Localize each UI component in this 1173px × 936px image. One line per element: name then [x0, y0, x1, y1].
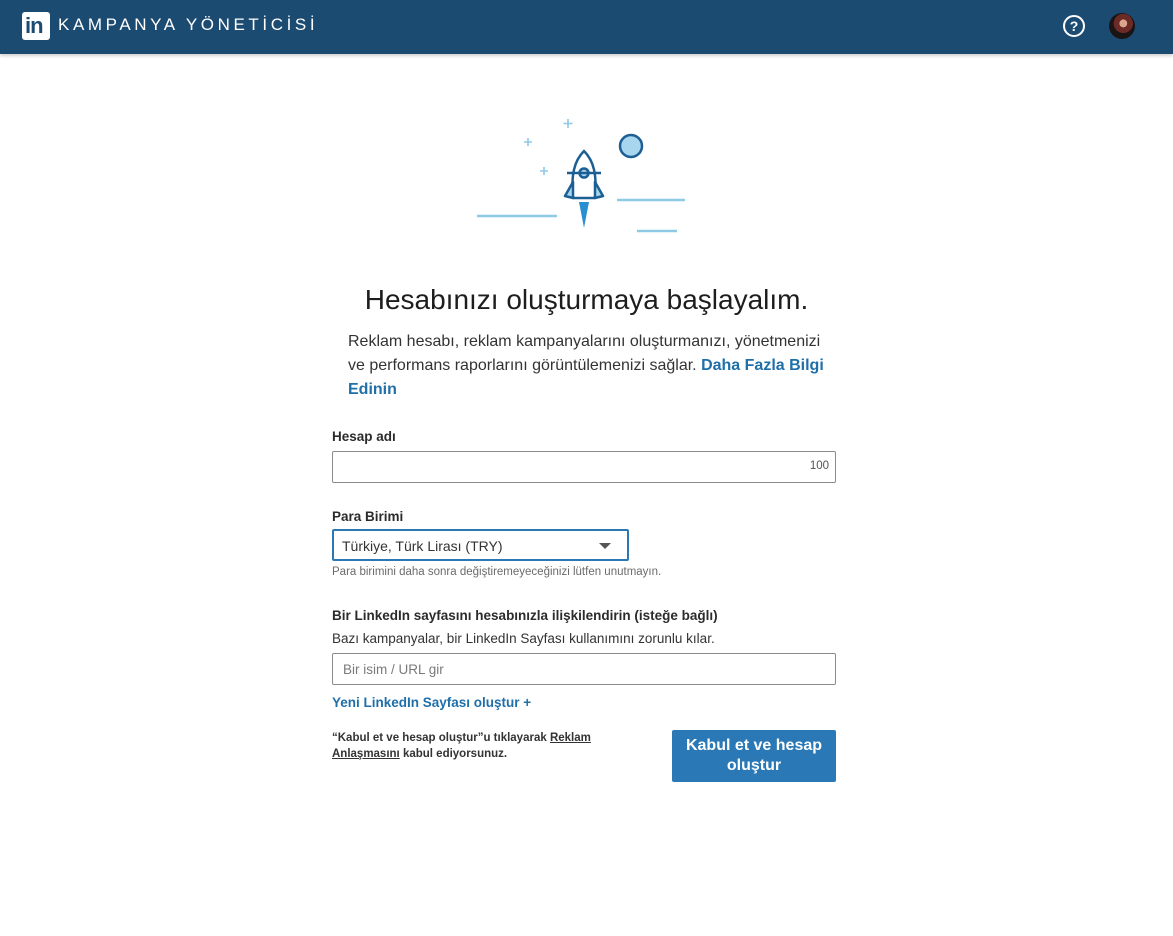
linkedin-logo-text: in — [25, 13, 44, 38]
top-navigation-bar: in KAMPANYA YÖNETİCİSİ ? — [0, 0, 1173, 54]
terms-prefix: “Kabul et ve hesap oluştur”u tıklayarak — [332, 732, 550, 744]
linkedin-page-input[interactable]: Bir isim / URL gir — [332, 653, 836, 685]
intro-paragraph: Reklam hesabı, reklam kampanyalarını olu… — [348, 330, 830, 402]
linkedin-page-hint: Bazı kampanyalar, bir LinkedIn Sayfası k… — [332, 631, 715, 646]
account-name-label: Hesap adı — [332, 429, 396, 444]
currency-hint: Para birimini daha sonra değiştiremeyece… — [332, 566, 662, 578]
rocket-illustration — [477, 119, 685, 233]
create-linkedin-page-link[interactable]: Yeni LinkedIn Sayfası oluştur + — [332, 695, 531, 710]
accept-and-create-button[interactable]: Kabul et ve hesap oluştur — [672, 730, 836, 782]
linkedin-logo-icon[interactable]: in — [22, 12, 50, 40]
currency-selected-value: Türkiye, Türk Lirası (TRY) — [342, 538, 503, 554]
currency-label: Para Birimi — [332, 509, 404, 524]
user-avatar[interactable] — [1109, 13, 1135, 39]
chevron-down-icon — [599, 543, 611, 549]
planet-icon — [618, 133, 644, 159]
page-headline: Hesabınızı oluşturmaya başlayalım. — [364, 284, 809, 315]
linkedin-page-label: Bir LinkedIn sayfasını hesabınızla ilişk… — [332, 608, 718, 623]
character-counter: 100 — [809, 460, 829, 472]
rocket-icon — [563, 149, 605, 200]
terms-suffix: kabul ediyorsunuz. — [399, 748, 508, 760]
linkedin-page-placeholder: Bir isim / URL gir — [343, 662, 444, 677]
currency-select[interactable]: Türkiye, Türk Lirası (TRY) — [332, 529, 629, 561]
terms-text: “Kabul et ve hesap oluştur”u tıklayarak … — [332, 730, 622, 762]
rocket-flame — [579, 202, 589, 228]
help-question-icon[interactable]: ? — [1063, 15, 1085, 37]
app-title: KAMPANYA YÖNETİCİSİ — [58, 15, 319, 34]
account-name-input[interactable]: 100 — [332, 451, 836, 483]
sparkle-plus-icons — [524, 119, 573, 175]
